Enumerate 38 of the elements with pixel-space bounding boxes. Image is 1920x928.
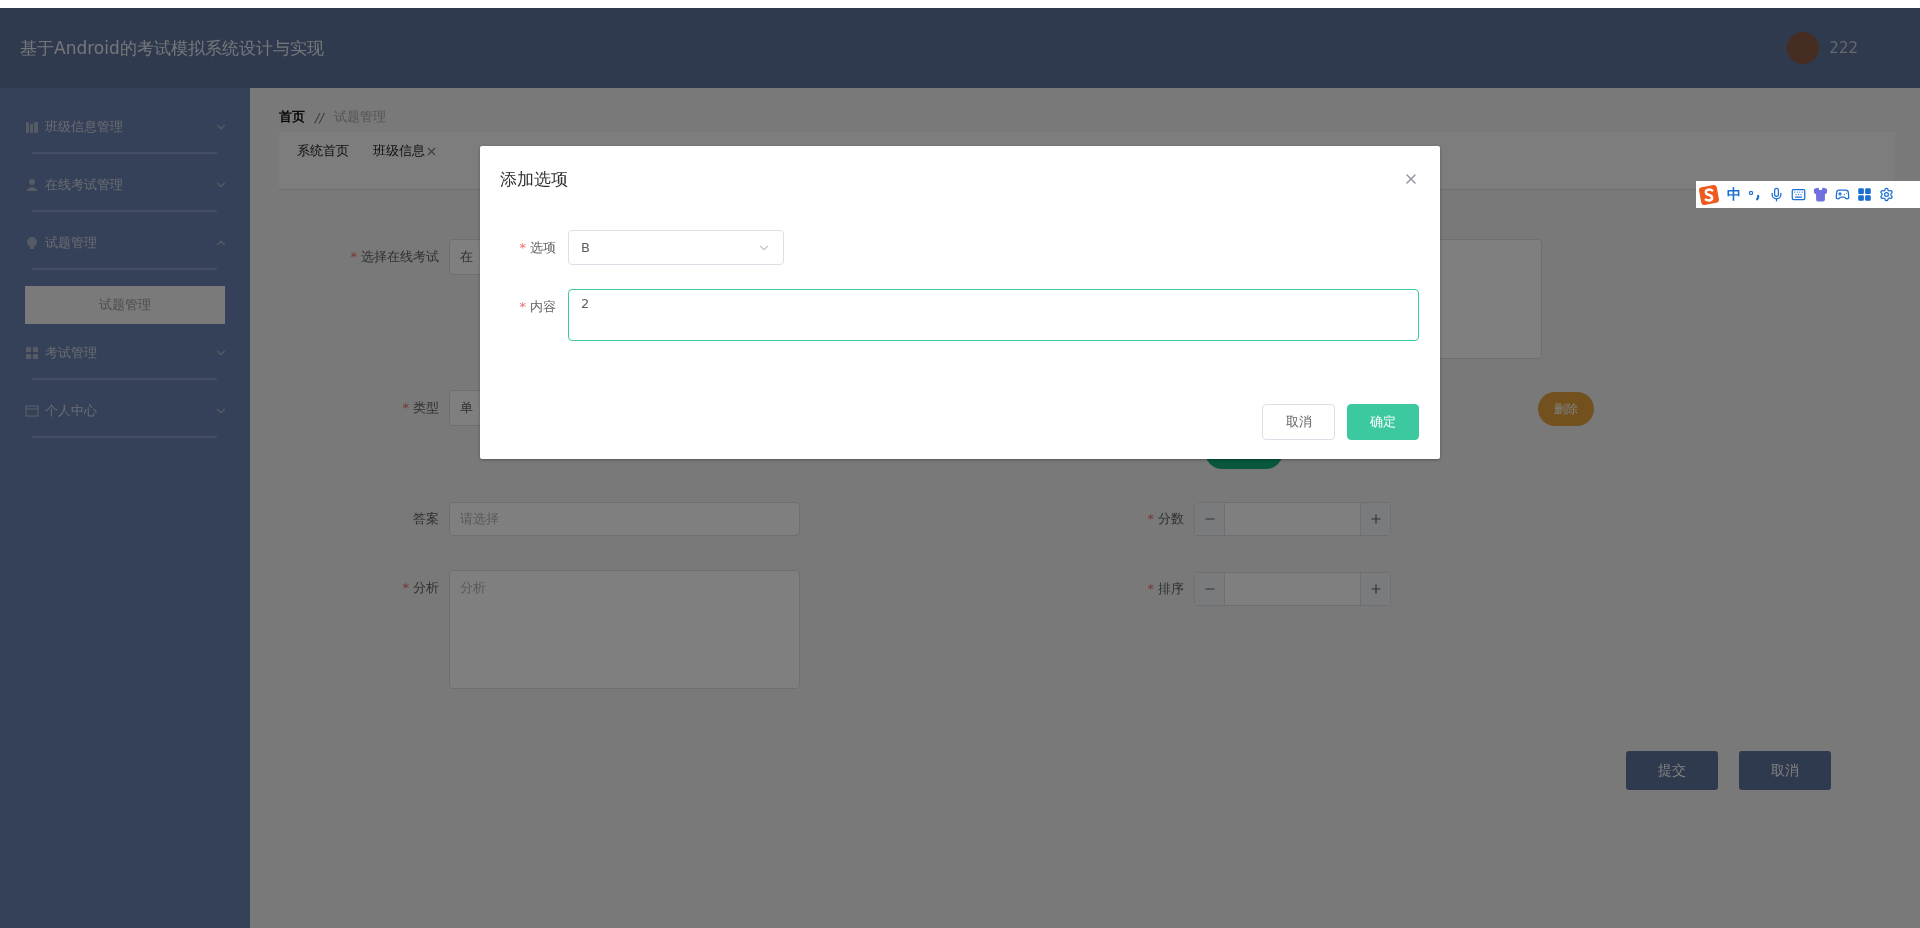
microphone-icon[interactable]: [1769, 187, 1784, 202]
tab[interactable]: 班级信息: [373, 142, 438, 160]
number-input[interactable]: [1194, 572, 1391, 606]
field-label: * 类型: [402, 399, 439, 417]
plus-icon[interactable]: [1368, 512, 1383, 526]
breadcrumb-item[interactable]: 首页: [279, 108, 305, 126]
field-label: 答案: [413, 510, 439, 528]
user-icon: [25, 178, 39, 192]
number-input[interactable]: [1194, 502, 1391, 536]
settings-icon[interactable]: [1879, 187, 1894, 202]
cancel-button[interactable]: 取消: [1739, 751, 1831, 790]
breadcrumb-separator: //: [315, 109, 324, 125]
textarea-field[interactable]: 2: [568, 289, 1419, 341]
submit-button[interactable]: 提交: [1626, 751, 1718, 790]
field-label: * 内容: [519, 298, 556, 316]
field-label: * 选择在线考试: [350, 248, 439, 266]
ime-mode[interactable]: 中: [1727, 185, 1741, 204]
keyboard-icon[interactable]: [1791, 187, 1806, 202]
cancel-button[interactable]: 取消: [1262, 404, 1335, 440]
field-label: * 分数: [1147, 510, 1184, 528]
chart-icon: [25, 120, 39, 134]
plus-icon[interactable]: [1368, 582, 1383, 596]
grid-icon[interactable]: [1857, 187, 1872, 202]
delete-button[interactable]: 删除: [1538, 392, 1594, 426]
card-icon: [25, 404, 39, 418]
tab[interactable]: 系统首页: [297, 142, 349, 160]
dialog-title: 添加选项: [500, 167, 569, 191]
field-label: * 分析: [402, 579, 439, 597]
app-title: 基于Android的考试模拟系统设计与实现: [20, 36, 324, 60]
select-field[interactable]: B: [568, 230, 784, 265]
gamepad-icon[interactable]: [1835, 187, 1850, 202]
bulb-icon: [25, 236, 39, 250]
grid-icon: [25, 346, 39, 360]
confirm-button[interactable]: 确定: [1347, 404, 1419, 440]
field-label: * 排序: [1147, 580, 1184, 598]
ime-logo-icon[interactable]: [1698, 183, 1720, 206]
shirt-icon[interactable]: [1813, 187, 1828, 202]
field-label: * 选项: [519, 239, 556, 257]
